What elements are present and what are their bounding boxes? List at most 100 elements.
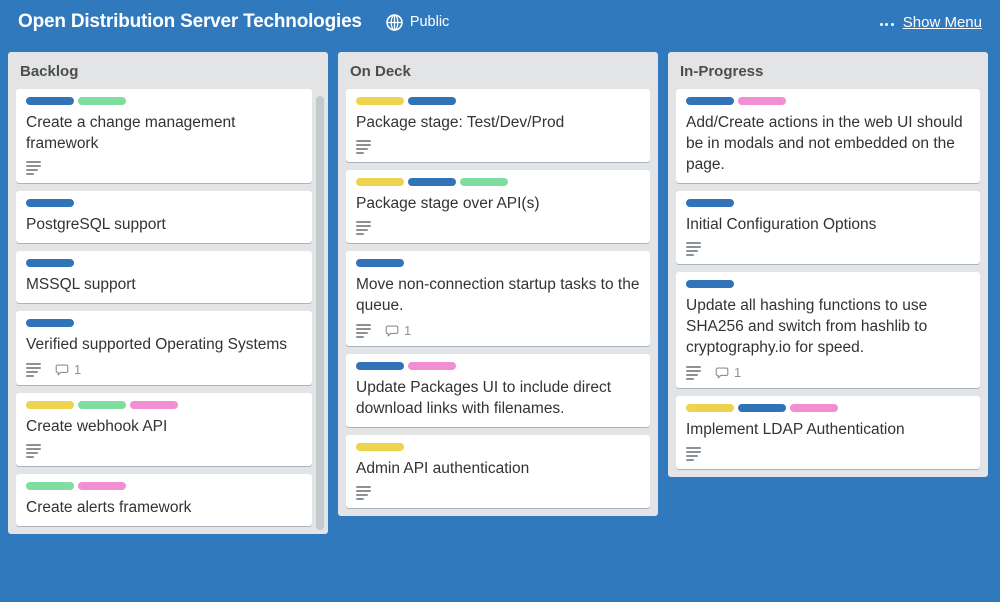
card-title: Update Packages UI to include direct dow… — [356, 377, 640, 419]
card-labels — [686, 97, 970, 105]
description-badge — [26, 363, 41, 377]
card-badges — [686, 242, 970, 256]
card-label-blue[interactable] — [408, 178, 456, 186]
comment-icon — [385, 324, 399, 338]
card-labels — [26, 401, 302, 409]
card[interactable]: Update all hashing functions to use SHA2… — [676, 272, 980, 388]
description-badge — [356, 486, 371, 500]
card-label-pink[interactable] — [408, 362, 456, 370]
board-canvas: BacklogCreate a change management framew… — [0, 44, 1000, 602]
card[interactable]: Verified supported Operating Systems1 — [16, 311, 312, 385]
card-label-blue[interactable] — [686, 280, 734, 288]
description-icon — [26, 363, 41, 377]
card[interactable]: Implement LDAP Authentication — [676, 396, 980, 469]
card-label-blue[interactable] — [686, 199, 734, 207]
card-title: PostgreSQL support — [26, 214, 302, 235]
card-label-blue[interactable] — [26, 259, 74, 267]
card-label-green[interactable] — [78, 97, 126, 105]
list-scrollbar[interactable] — [316, 96, 324, 530]
description-icon — [686, 447, 701, 461]
card[interactable]: PostgreSQL support — [16, 191, 312, 243]
card-label-blue[interactable] — [356, 362, 404, 370]
comment-badge: 1 — [715, 365, 741, 380]
card-badges — [356, 486, 640, 500]
list-in-progress: In-Progress Add/Create actions in the web… — [668, 52, 988, 477]
card-label-pink[interactable] — [738, 97, 786, 105]
comment-badge: 1 — [385, 323, 411, 338]
card[interactable]: Package stage over API(s) — [346, 170, 650, 243]
board-title[interactable]: Open Distribution Server Technologies — [18, 11, 362, 33]
card-label-yellow[interactable] — [686, 404, 734, 412]
globe-icon — [386, 14, 403, 31]
description-icon — [26, 444, 41, 458]
board-visibility-label: Public — [410, 14, 450, 30]
list-title[interactable]: Backlog — [8, 52, 328, 89]
card-title: Package stage over API(s) — [356, 193, 640, 214]
card-title: Create a change management framework — [26, 112, 302, 154]
description-badge — [356, 140, 371, 154]
card-labels — [686, 404, 970, 412]
card[interactable]: Move non-connection startup tasks to the… — [346, 251, 650, 346]
comment-icon — [715, 366, 729, 380]
card-label-blue[interactable] — [26, 319, 74, 327]
show-menu-button[interactable]: Show Menu — [903, 14, 982, 31]
comment-count: 1 — [734, 365, 741, 380]
card-badges — [686, 447, 970, 461]
card[interactable]: Create webhook API — [16, 393, 312, 466]
list-backlog: BacklogCreate a change management framew… — [8, 52, 328, 534]
description-badge — [686, 447, 701, 461]
card[interactable]: Admin API authentication — [346, 435, 650, 508]
card[interactable]: Initial Configuration Options — [676, 191, 980, 264]
description-badge — [26, 444, 41, 458]
card-label-pink[interactable] — [78, 482, 126, 490]
card[interactable]: Update Packages UI to include direct dow… — [346, 354, 650, 427]
description-icon — [356, 324, 371, 338]
list-scrollbar-thumb[interactable] — [316, 96, 324, 530]
list-cards: Create a change management framework Post… — [8, 89, 328, 534]
card-title: Initial Configuration Options — [686, 214, 970, 235]
description-icon — [26, 161, 41, 175]
card-label-green[interactable] — [26, 482, 74, 490]
card-label-blue[interactable] — [408, 97, 456, 105]
card-label-blue[interactable] — [738, 404, 786, 412]
card-label-green[interactable] — [78, 401, 126, 409]
card[interactable]: MSSQL support — [16, 251, 312, 303]
card[interactable]: Add/Create actions in the web UI should … — [676, 89, 980, 183]
comment-icon — [55, 363, 69, 377]
board-header-right: Show Menu — [880, 14, 986, 31]
card-label-yellow[interactable] — [26, 401, 74, 409]
card[interactable]: Create a change management framework — [16, 89, 312, 183]
card-label-pink[interactable] — [790, 404, 838, 412]
card-labels — [26, 199, 302, 207]
ellipsis-icon[interactable] — [880, 15, 894, 29]
card[interactable]: Package stage: Test/Dev/Prod — [346, 89, 650, 162]
card-labels — [26, 97, 302, 105]
description-badge — [26, 161, 41, 175]
card-labels — [26, 482, 302, 490]
card-label-green[interactable] — [460, 178, 508, 186]
card-title: Move non-connection startup tasks to the… — [356, 274, 640, 316]
card-label-yellow[interactable] — [356, 178, 404, 186]
card-badges — [26, 161, 302, 175]
card-labels — [686, 199, 970, 207]
card-label-blue[interactable] — [686, 97, 734, 105]
description-icon — [356, 486, 371, 500]
list-title[interactable]: In-Progress — [668, 52, 988, 89]
card[interactable]: Create alerts framework — [16, 474, 312, 526]
board-visibility-button[interactable]: Public — [380, 10, 456, 35]
card-title: Add/Create actions in the web UI should … — [686, 112, 970, 175]
card-label-yellow[interactable] — [356, 97, 404, 105]
list-title[interactable]: On Deck — [338, 52, 658, 89]
description-badge — [356, 221, 371, 235]
comment-count: 1 — [404, 323, 411, 338]
card-labels — [26, 319, 302, 327]
card-title: Admin API authentication — [356, 458, 640, 479]
card-labels — [26, 259, 302, 267]
card-label-pink[interactable] — [130, 401, 178, 409]
card-label-blue[interactable] — [26, 199, 74, 207]
card-badges: 1 — [26, 362, 302, 377]
card-label-yellow[interactable] — [356, 443, 404, 451]
card-label-blue[interactable] — [356, 259, 404, 267]
card-title: Implement LDAP Authentication — [686, 419, 970, 440]
card-label-blue[interactable] — [26, 97, 74, 105]
